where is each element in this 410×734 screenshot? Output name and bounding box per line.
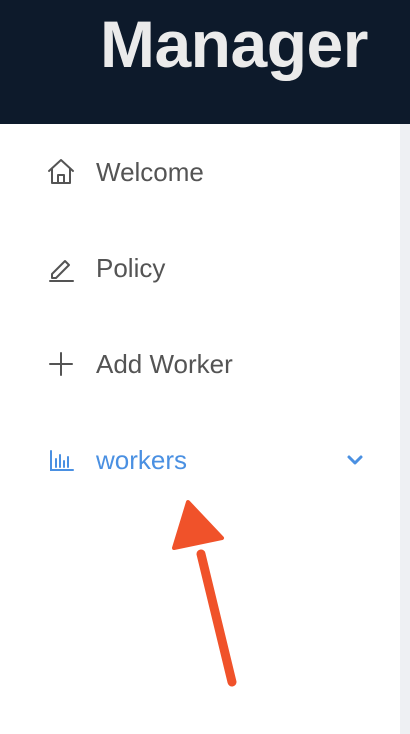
sidebar-item-label: Policy bbox=[96, 253, 166, 283]
sidebar-item-add-worker[interactable]: Add Worker bbox=[0, 334, 400, 394]
edit-icon bbox=[46, 253, 76, 283]
sidebar-scrollbar-track[interactable] bbox=[400, 124, 410, 734]
sidebar-item-welcome[interactable]: Welcome bbox=[0, 142, 400, 202]
sidebar-item-policy[interactable]: Policy bbox=[0, 238, 400, 298]
sidebar-item-label: Welcome bbox=[96, 157, 204, 187]
annotation-arrow bbox=[172, 500, 237, 687]
sidebar-item-label: Add Worker bbox=[96, 349, 233, 379]
sidebar-item-workers[interactable]: workers bbox=[0, 430, 400, 490]
plus-icon bbox=[46, 349, 76, 379]
app-title: Manager bbox=[100, 7, 368, 81]
bar-chart-icon bbox=[46, 445, 76, 475]
sidebar-item-label: workers bbox=[96, 445, 188, 475]
app-header: Manager bbox=[0, 0, 410, 124]
home-icon bbox=[46, 157, 76, 187]
chevron-down-icon[interactable] bbox=[344, 449, 366, 471]
